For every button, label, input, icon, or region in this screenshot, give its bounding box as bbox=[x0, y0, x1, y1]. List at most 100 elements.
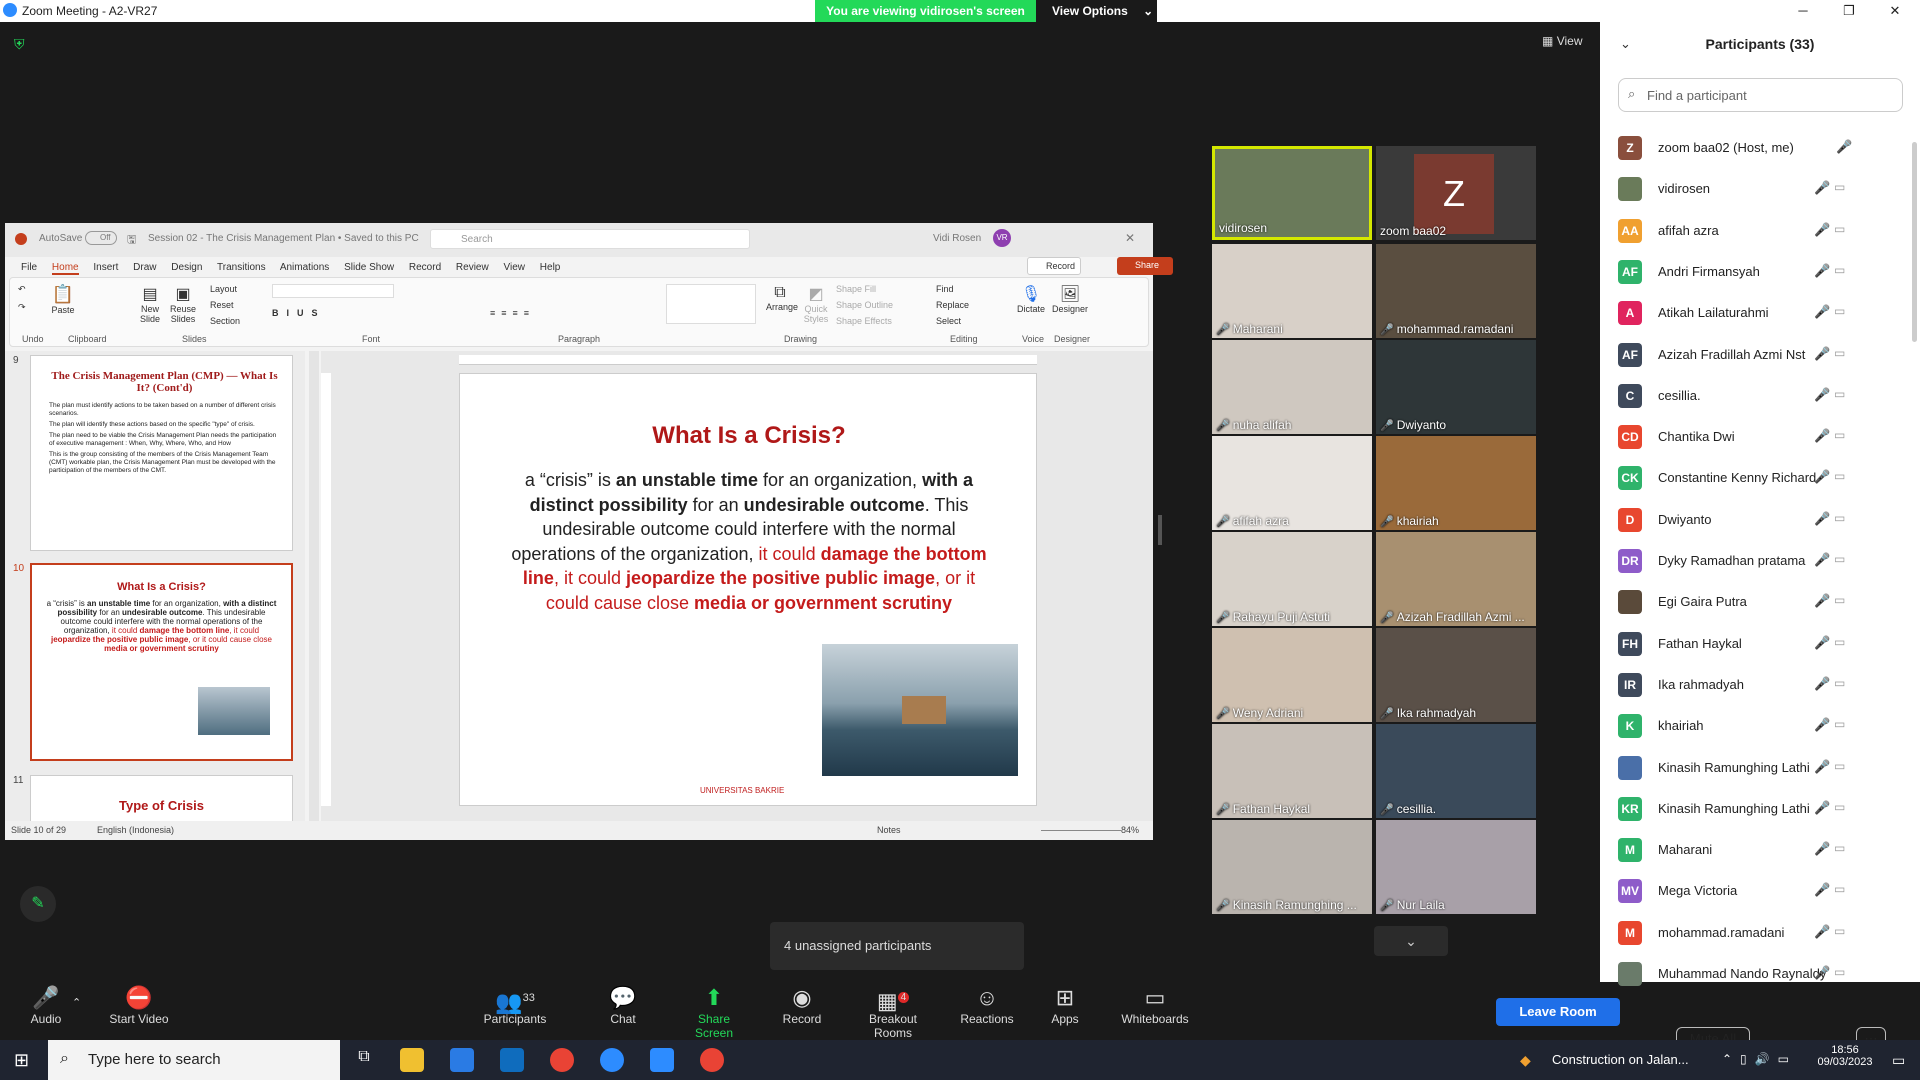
chat-button[interactable]: 💬 Chat bbox=[606, 984, 640, 1026]
audio-options-caret[interactable]: ⌃ bbox=[72, 996, 81, 1009]
zoom-level[interactable]: 84% bbox=[1121, 825, 1139, 835]
video-tile[interactable]: 🎤 khairiah bbox=[1376, 436, 1536, 530]
zoom-taskbar-icon[interactable] bbox=[650, 1048, 674, 1072]
menu-home[interactable]: Home bbox=[51, 262, 79, 275]
restore-icon[interactable]: ❐ bbox=[1826, 0, 1872, 22]
task-view-icon[interactable]: ⧉ bbox=[352, 1048, 376, 1072]
participant-row[interactable]: AA afifah azra 🎤 ▭ bbox=[1618, 211, 1903, 252]
paste-button[interactable]: 📋 Paste bbox=[50, 284, 76, 315]
video-tile[interactable]: 🎤 Fathan Haykal bbox=[1212, 724, 1372, 818]
participant-row[interactable]: Kkhairiah 🎤 ▭ bbox=[1618, 706, 1903, 747]
slide-thumbnail-10[interactable]: What Is a Crisis? a “crisis” is an unsta… bbox=[30, 563, 293, 761]
video-tile[interactable]: 🎤 Nur Laila bbox=[1376, 820, 1536, 914]
participant-row[interactable]: Egi Gaira Putra 🎤 ▭ bbox=[1618, 582, 1903, 623]
autosave-toggle[interactable]: Off bbox=[85, 231, 117, 245]
participant-row[interactable]: IR Ika rahmadyah 🎤 ▭ bbox=[1618, 665, 1903, 706]
video-tile[interactable]: 🎤 Ika rahmadyah bbox=[1376, 628, 1536, 722]
video-tile[interactable]: 🎤 afifah azra bbox=[1212, 436, 1372, 530]
reuse-slides-button[interactable]: ▣ Reuse Slides bbox=[168, 284, 198, 324]
video-tile[interactable]: vidirosen bbox=[1212, 146, 1372, 240]
clock[interactable]: 18:56 09/03/2023 bbox=[1810, 1044, 1880, 1068]
language-status[interactable]: English (Indonesia) bbox=[97, 825, 174, 835]
ppt-record-button[interactable]: Record bbox=[1027, 257, 1081, 275]
mail-icon[interactable] bbox=[500, 1048, 524, 1072]
taskbar-search-box[interactable]: Type here to search bbox=[48, 1040, 340, 1080]
participant-row[interactable]: KR Kinasih Ramunghing Lathi 🎤 ▭ bbox=[1618, 789, 1903, 830]
participant-row[interactable]: D Dwiyanto 🎤 ▭ bbox=[1618, 500, 1903, 541]
participant-row[interactable]: FH Fathan Haykal 🎤 ▭ bbox=[1618, 624, 1903, 665]
view-button[interactable]: ▦ View bbox=[1542, 34, 1582, 48]
minimize-icon[interactable]: ─ bbox=[1780, 0, 1826, 22]
breakout-rooms-button[interactable]: ▦ 4 Breakout Rooms bbox=[849, 984, 937, 1040]
undo-icon[interactable]: ↶ bbox=[18, 284, 26, 295]
save-icon[interactable]: 🖫 bbox=[127, 231, 136, 250]
shapes-gallery[interactable] bbox=[666, 284, 756, 324]
encryption-shield-icon[interactable]: ⛨ bbox=[14, 36, 28, 52]
gallery-scroll-down-icon[interactable]: ⌄ bbox=[1374, 926, 1448, 956]
find-button[interactable]: Find bbox=[936, 284, 954, 294]
document-title[interactable]: Session 02 - The Crisis Management Plan … bbox=[148, 233, 419, 244]
new-slide-button[interactable]: ▤ New Slide bbox=[136, 284, 164, 324]
ppt-close-icon[interactable]: ✕ bbox=[1125, 231, 1135, 245]
apps-button[interactable]: ⊞ Apps bbox=[1050, 984, 1080, 1026]
menu-insert[interactable]: Insert bbox=[93, 262, 118, 273]
align-buttons[interactable]: ≡≡≡≡ bbox=[490, 308, 535, 318]
participant-row[interactable]: Ccesillia. 🎤 ▭ bbox=[1618, 376, 1903, 417]
shape-effects-button[interactable]: Shape Effects bbox=[836, 316, 892, 326]
find-participant-input[interactable]: Find a participant bbox=[1618, 78, 1903, 112]
teamviewer-icon[interactable] bbox=[600, 1048, 624, 1072]
ppt-user-avatar[interactable]: VR bbox=[993, 229, 1011, 247]
select-button[interactable]: Select bbox=[936, 316, 961, 326]
participant-row[interactable]: Zzoom baa02 (Host, me) 🎤 bbox=[1618, 128, 1903, 169]
slide-thumbnail-11[interactable]: Type of Crisis bbox=[30, 775, 293, 821]
view-options-button[interactable]: View Options ⌄ bbox=[1036, 0, 1157, 22]
participant-row[interactable]: M Maharani 🎤 ▭ bbox=[1618, 830, 1903, 871]
microsoft-store-icon[interactable] bbox=[450, 1048, 474, 1072]
notifications-icon[interactable]: ▭ bbox=[1892, 1052, 1905, 1069]
participant-row[interactable]: AF Andri Firmansyah 🎤 ▭ bbox=[1618, 252, 1903, 293]
leave-room-button[interactable]: Leave Room bbox=[1496, 998, 1620, 1026]
participant-row[interactable]: A Atikah Lailaturahmi 🎤 ▭ bbox=[1618, 293, 1903, 334]
record-button[interactable]: ◉ Record bbox=[782, 984, 822, 1026]
close-icon[interactable]: ✕ bbox=[1872, 0, 1918, 22]
shape-fill-button[interactable]: Shape Fill bbox=[836, 284, 876, 294]
designer-button[interactable]: 🖼 Designer bbox=[1052, 284, 1088, 314]
participants-scrollbar[interactable] bbox=[1912, 142, 1917, 342]
current-slide[interactable]: What Is a Crisis? a “crisis” is an unsta… bbox=[459, 373, 1037, 806]
participant-row[interactable]: Kinasih Ramunghing Lathi 🎤 ▭ bbox=[1618, 748, 1903, 789]
participant-row[interactable]: CD Chantika Dwi 🎤 ▭ bbox=[1618, 417, 1903, 458]
participant-row[interactable]: vidirosen 🎤 ▭ bbox=[1618, 169, 1903, 210]
slide-thumbnail-9[interactable]: The Crisis Management Plan (CMP) — What … bbox=[30, 355, 293, 551]
arrange-button[interactable]: ⧉ Arrange bbox=[766, 284, 798, 312]
participant-row[interactable]: MV Mega Victoria 🎤 ▭ bbox=[1618, 871, 1903, 912]
dictate-button[interactable]: 🎙 Dictate bbox=[1016, 284, 1046, 314]
file-explorer-icon[interactable] bbox=[400, 1048, 424, 1072]
unassigned-participants-popup[interactable]: 4 unassigned participants bbox=[770, 922, 1024, 970]
video-tile[interactable]: 🎤 Maharani bbox=[1212, 244, 1372, 338]
windows-start-icon[interactable]: ⊞ bbox=[14, 1050, 29, 1071]
ppt-share-button[interactable]: Share bbox=[1117, 257, 1173, 275]
video-tile[interactable]: 🎤 Rahayu Puji Astuti bbox=[1212, 532, 1372, 626]
video-tile[interactable]: 🎤 Weny Adriani bbox=[1212, 628, 1372, 722]
section-button[interactable]: Section bbox=[210, 316, 240, 326]
ppt-search-box[interactable]: Search bbox=[430, 229, 750, 249]
menu-review[interactable]: Review bbox=[456, 262, 489, 273]
video-tile[interactable]: 🎤 Dwiyanto bbox=[1376, 340, 1536, 434]
share-screen-button[interactable]: ⬆ Share Screen bbox=[678, 984, 750, 1040]
redo-icon[interactable]: ↷ bbox=[18, 302, 26, 313]
participants-button[interactable]: 👥33 Participants bbox=[480, 984, 550, 1026]
menu-draw[interactable]: Draw bbox=[133, 262, 156, 273]
participant-row[interactable]: Mmohammad.ramadani 🎤 ▭ bbox=[1618, 913, 1903, 954]
audio-button[interactable]: 🎤 Audio bbox=[28, 984, 64, 1026]
start-video-button[interactable]: ⛔ Start Video bbox=[106, 984, 172, 1026]
font-family-select[interactable] bbox=[272, 284, 394, 298]
video-tile[interactable]: 🎤 mohammad.ramadani bbox=[1376, 244, 1536, 338]
participant-row[interactable]: CK Constantine Kenny Richard 🎤 ▭ bbox=[1618, 458, 1903, 499]
shape-outline-button[interactable]: Shape Outline bbox=[836, 300, 893, 310]
menu-view[interactable]: View bbox=[504, 262, 526, 273]
notes-button[interactable]: Notes bbox=[877, 825, 901, 835]
menu-file[interactable]: File bbox=[21, 262, 37, 273]
zoom-slider[interactable] bbox=[1041, 830, 1121, 831]
menu-transitions[interactable]: Transitions bbox=[217, 262, 266, 273]
reactions-button[interactable]: ☺ Reactions bbox=[960, 984, 1014, 1026]
